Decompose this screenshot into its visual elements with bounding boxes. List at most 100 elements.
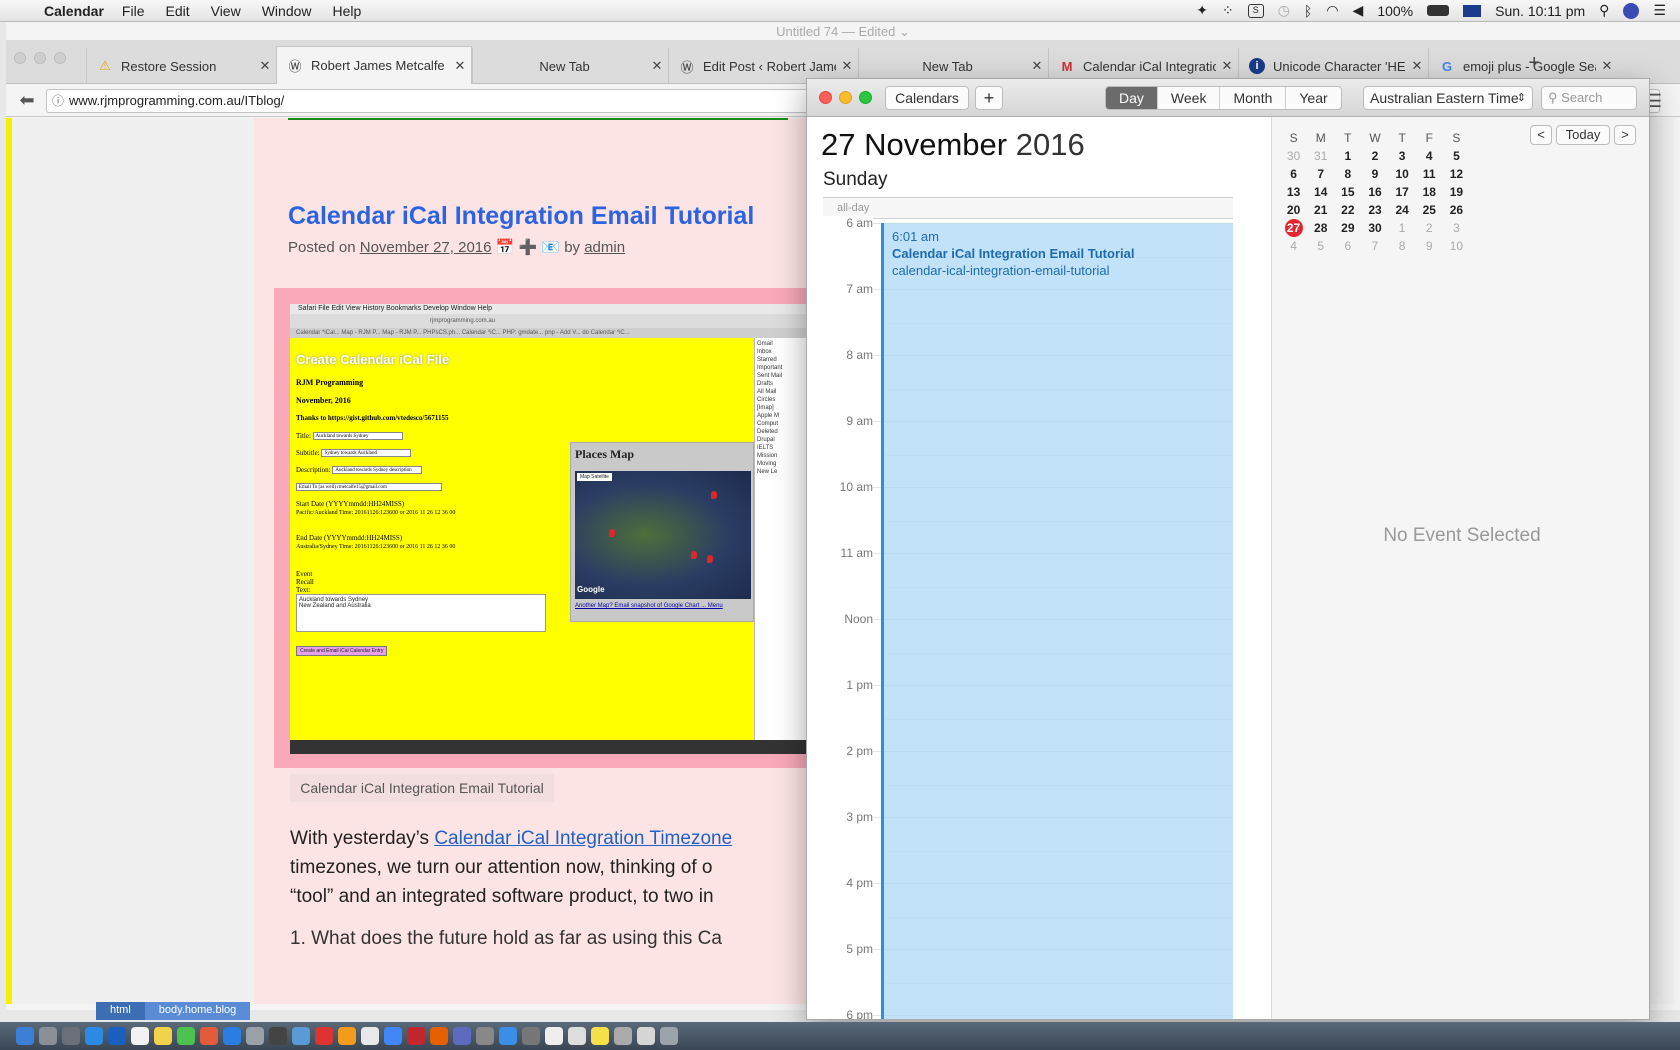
menu-edit[interactable]: Edit (165, 3, 189, 19)
mini-day[interactable]: 10 (1443, 237, 1470, 255)
xcode-icon[interactable] (108, 1027, 126, 1045)
vlc-icon[interactable] (338, 1027, 356, 1045)
mini-day[interactable]: 1 (1389, 219, 1416, 237)
mini-day[interactable]: 9 (1361, 165, 1388, 183)
document-icon[interactable] (545, 1027, 563, 1045)
notes-icon[interactable] (154, 1027, 172, 1045)
url-text[interactable]: www.rjmprogramming.com.au/ITblog/ (69, 93, 284, 108)
battery-icon[interactable] (1427, 5, 1450, 16)
minimize-window-button[interactable] (34, 52, 46, 64)
opera-icon[interactable] (407, 1027, 425, 1045)
close-window-button[interactable] (14, 52, 26, 64)
breadcrumb-body[interactable]: body.home.blog (144, 1002, 251, 1020)
mini-day[interactable]: 4 (1416, 147, 1443, 165)
downloads-icon[interactable] (637, 1027, 655, 1045)
calendars-button[interactable]: Calendars (885, 86, 969, 110)
mini-day[interactable]: 8 (1389, 237, 1416, 255)
zoom-window-button[interactable] (54, 52, 66, 64)
calendar-event[interactable]: 6:01 am Calendar iCal Integration Email … (881, 223, 1233, 1019)
tab-month[interactable]: Month (1219, 87, 1285, 109)
app-store-icon[interactable] (223, 1027, 241, 1045)
filezilla-icon[interactable] (315, 1027, 333, 1045)
next-month-button[interactable]: > (1614, 125, 1636, 145)
back-arrow-icon[interactable]: ⬅ (12, 90, 42, 111)
app-menu[interactable]: Calendar (44, 3, 104, 19)
grid-icon[interactable]: ⁘ (1222, 2, 1234, 19)
today-button[interactable]: Today (1556, 125, 1610, 145)
safari-icon[interactable] (85, 1027, 103, 1045)
volume-icon[interactable]: ◀ (1353, 2, 1364, 19)
tab-restore-session[interactable]: ⚠ Restore Session ✕ (86, 48, 276, 84)
mini-day[interactable]: 24 (1389, 201, 1416, 219)
mini-day[interactable]: 26 (1443, 201, 1470, 219)
mini-day[interactable]: 2 (1361, 147, 1388, 165)
tab-new-tab[interactable]: New Tab ✕ (472, 48, 668, 84)
tab-robert-james-metcalfe[interactable]: Ⓦ Robert James Metcalfe ... ✕ (276, 46, 472, 84)
mini-day[interactable]: 9 (1416, 237, 1443, 255)
mini-day[interactable]: 16 (1361, 183, 1388, 201)
preview-icon[interactable] (292, 1027, 310, 1045)
clock[interactable]: Sun. 10:11 pm (1495, 3, 1585, 19)
close-icon[interactable]: ✕ (449, 58, 471, 74)
close-window-button[interactable] (819, 91, 832, 104)
mini-day[interactable]: 2 (1416, 219, 1443, 237)
mini-day[interactable]: 8 (1334, 165, 1361, 183)
chrome-icon[interactable] (384, 1027, 402, 1045)
mini-day[interactable]: 21 (1307, 201, 1334, 219)
mini-day[interactable]: 28 (1307, 219, 1334, 237)
mini-day[interactable]: 5 (1307, 237, 1334, 255)
mini-day[interactable]: 3 (1389, 147, 1416, 165)
utility-icon[interactable] (522, 1027, 540, 1045)
firefox-icon[interactable] (430, 1027, 448, 1045)
add-event-button[interactable]: + (975, 86, 1003, 110)
finder-icon[interactable] (16, 1027, 34, 1045)
mini-day[interactable]: 5 (1443, 147, 1470, 165)
bluetooth-icon[interactable]: ᛒ (1304, 3, 1312, 19)
textedit-icon[interactable] (361, 1027, 379, 1045)
breadcrumb-html[interactable]: html (96, 1002, 145, 1020)
mini-day[interactable]: 30 (1280, 147, 1307, 165)
skype-icon[interactable]: S (1247, 3, 1264, 18)
mini-day[interactable]: 29 (1334, 219, 1361, 237)
photo-booth-icon[interactable] (200, 1027, 218, 1045)
zoom-window-button[interactable] (859, 91, 872, 104)
post-title[interactable]: Calendar iCal Integration Email Tutorial (288, 202, 754, 231)
mini-day[interactable]: 11 (1416, 165, 1443, 183)
launchpad-icon[interactable] (39, 1027, 57, 1045)
menu-view[interactable]: View (211, 3, 241, 19)
close-icon[interactable]: ✕ (1406, 58, 1428, 74)
mini-day[interactable]: 7 (1361, 237, 1388, 255)
menu-window[interactable]: Window (262, 3, 312, 19)
featured-image[interactable]: Safari File Edit View History Bookmarks … (274, 288, 834, 768)
mini-day[interactable]: 15 (1334, 183, 1361, 201)
mini-day-today[interactable]: 27 (1280, 219, 1307, 237)
help-icon[interactable] (476, 1027, 494, 1045)
mini-day[interactable]: 22 (1334, 201, 1361, 219)
mini-day[interactable]: 1 (1334, 147, 1361, 165)
post-date-link[interactable]: November 27, 2016 (360, 239, 492, 256)
mini-day[interactable]: 3 (1443, 219, 1470, 237)
time-machine-icon[interactable]: ◷ (1278, 2, 1290, 19)
author-link[interactable]: admin (584, 239, 625, 256)
close-icon[interactable]: ✕ (836, 58, 858, 74)
archive-icon[interactable] (614, 1027, 632, 1045)
mini-day[interactable]: 20 (1280, 201, 1307, 219)
system-preferences-icon[interactable] (246, 1027, 264, 1045)
mini-day[interactable]: 17 (1389, 183, 1416, 201)
all-day-row[interactable]: all-day (823, 197, 1233, 219)
mini-day[interactable]: 25 (1416, 201, 1443, 219)
search-input[interactable]: ⚲ Search (1541, 86, 1637, 110)
close-icon[interactable]: ✕ (646, 58, 668, 74)
mini-day[interactable]: 10 (1389, 165, 1416, 183)
timezone-select[interactable]: Australian Eastern Time ⇕ (1363, 86, 1533, 110)
close-icon[interactable]: ✕ (1216, 58, 1238, 74)
previous-tutorial-link[interactable]: Calendar iCal Integration Timezone (434, 828, 732, 849)
tab-day[interactable]: Day (1106, 87, 1157, 109)
stickies-icon[interactable] (591, 1027, 609, 1045)
tab-year[interactable]: Year (1285, 87, 1340, 109)
messages-icon[interactable] (177, 1027, 195, 1045)
notification-center-icon[interactable]: ☰ (1653, 2, 1666, 19)
mini-day[interactable]: 30 (1361, 219, 1388, 237)
calendar-icon[interactable] (131, 1027, 149, 1045)
site-info-icon[interactable]: ⓘ (47, 90, 69, 112)
